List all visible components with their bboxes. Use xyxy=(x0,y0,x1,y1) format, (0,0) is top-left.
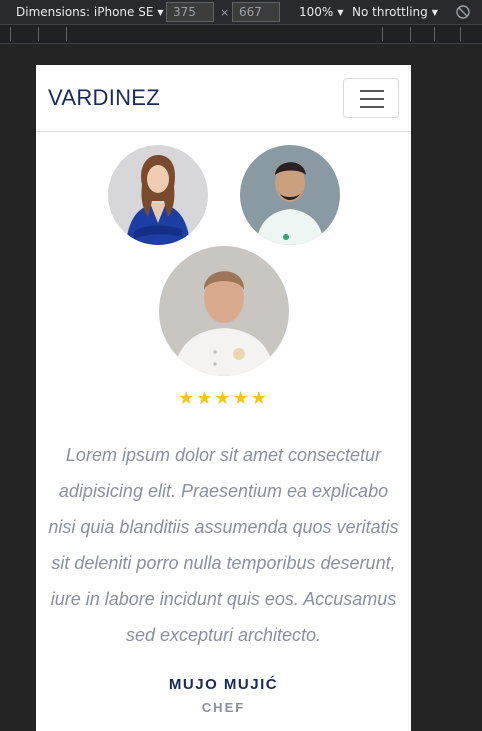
ruler-tick xyxy=(410,27,411,41)
team-member-photo-chef-small xyxy=(240,145,340,245)
brand-logo[interactable]: VARDINEZ xyxy=(48,85,160,111)
zoom-caret-icon: ▼ xyxy=(337,8,344,17)
team-member-photo-chef-featured xyxy=(159,246,289,376)
ruler-tick xyxy=(460,27,461,41)
testimonial-author-role: CHEF xyxy=(201,700,246,715)
mobile-viewport: VARDINEZ ★★★★★ Lorem ipsum dolor sit ame… xyxy=(36,65,411,731)
throttling-label: No throttling xyxy=(352,5,428,19)
hamburger-icon-bar xyxy=(360,90,384,92)
throttling-dropdown[interactable]: No throttling ▼ xyxy=(352,0,438,24)
ruler-tick xyxy=(10,27,11,41)
device-dropdown[interactable]: Dimensions: iPhone SE ▼ xyxy=(16,0,164,24)
rating-stars: ★★★★★ xyxy=(178,388,269,409)
ruler-tick xyxy=(434,27,435,41)
rotate-icon[interactable] xyxy=(455,4,471,20)
width-input[interactable]: 375 xyxy=(166,2,214,22)
device-dropdown-caret-icon: ▼ xyxy=(157,8,164,17)
hamburger-icon-bar xyxy=(360,106,384,108)
height-input[interactable]: 667 xyxy=(232,2,280,22)
testimonial-author-name: MUJO MUJIĆ xyxy=(168,676,279,693)
ruler-tick xyxy=(38,27,39,41)
hamburger-icon-bar xyxy=(360,98,384,100)
throttling-caret-icon: ▼ xyxy=(431,8,438,17)
zoom-dropdown[interactable]: 100% ▼ xyxy=(299,0,343,24)
media-query-ruler xyxy=(0,24,482,44)
devtools-device-toolbar: Dimensions: iPhone SE ▼ 375 × 667 100% ▼ N… xyxy=(0,0,482,24)
dimension-separator: × xyxy=(220,6,230,19)
ruler-tick xyxy=(66,27,67,41)
navbar: VARDINEZ xyxy=(36,65,411,132)
ruler-tick xyxy=(382,27,383,41)
team-member-photo-woman xyxy=(108,145,208,245)
zoom-label: 100% xyxy=(299,5,334,19)
device-dropdown-label: Dimensions: iPhone SE xyxy=(16,5,154,19)
testimonial-text: Lorem ipsum dolor sit amet consectetur a… xyxy=(48,445,399,645)
menu-toggle-button[interactable] xyxy=(343,78,399,118)
